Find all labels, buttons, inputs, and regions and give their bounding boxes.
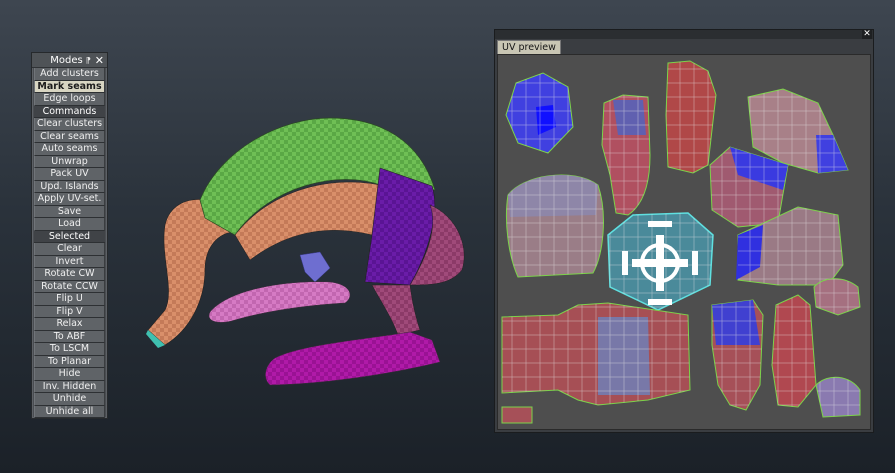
section-header-commands: Commands bbox=[34, 105, 105, 118]
uv-window-titlebar[interactable] bbox=[495, 30, 873, 39]
mesh-cluster-foot[interactable] bbox=[265, 331, 441, 386]
uv-island[interactable] bbox=[501, 406, 533, 424]
3d-viewport[interactable] bbox=[120, 100, 480, 400]
inv-hidden-button[interactable]: Inv. Hidden bbox=[34, 380, 105, 393]
uv-island[interactable] bbox=[815, 376, 861, 418]
modes-panel-header[interactable]: Modes ⁋ ✕ bbox=[32, 53, 107, 68]
upd-islands-button[interactable]: Upd. Islands bbox=[34, 180, 105, 193]
unwrap-button[interactable]: Unwrap bbox=[34, 155, 105, 168]
mesh-cluster-pad-pink[interactable] bbox=[208, 281, 351, 323]
tab-uv-preview[interactable]: UV preview bbox=[497, 40, 561, 54]
uv-island[interactable] bbox=[501, 302, 691, 406]
edge-loops-button[interactable]: Edge loops bbox=[34, 93, 105, 106]
load-button[interactable]: Load bbox=[34, 218, 105, 231]
section-header-selected: Selected bbox=[34, 230, 105, 243]
app-root: { "modes_panel": { "title": "Modes", "pi… bbox=[0, 0, 895, 473]
uv-island[interactable] bbox=[505, 72, 574, 154]
to-lscm-button[interactable]: To LSCM bbox=[34, 343, 105, 356]
to-planar-button[interactable]: To Planar bbox=[34, 355, 105, 368]
apply-uv-set-button[interactable]: Apply UV-set. bbox=[34, 193, 105, 206]
modes-list: Add clusters Mark seams Edge loops Commands… bbox=[32, 68, 107, 418]
to-abf-button[interactable]: To ABF bbox=[34, 330, 105, 343]
uv-island[interactable] bbox=[711, 299, 764, 411]
uv-island[interactable] bbox=[506, 174, 604, 278]
clear-clusters-button[interactable]: Clear clusters bbox=[34, 118, 105, 131]
save-button[interactable]: Save bbox=[34, 205, 105, 218]
clear-seams-button[interactable]: Clear seams bbox=[34, 130, 105, 143]
close-icon[interactable]: ✕ bbox=[95, 55, 104, 66]
rotate-ccw-button[interactable]: Rotate CCW bbox=[34, 280, 105, 293]
uv-island[interactable] bbox=[771, 294, 817, 408]
close-icon[interactable]: ✕ bbox=[862, 30, 872, 39]
add-clusters-button[interactable]: Add clusters bbox=[34, 68, 105, 81]
pin-icon[interactable]: ⁋ bbox=[86, 56, 91, 65]
invert-button[interactable]: Invert bbox=[34, 255, 105, 268]
relax-button[interactable]: Relax bbox=[34, 318, 105, 331]
uv-preview-window: ✕ UV preview bbox=[494, 29, 874, 433]
unhide-button[interactable]: Unhide bbox=[34, 393, 105, 406]
flip-u-button[interactable]: Flip U bbox=[34, 293, 105, 306]
flip-v-button[interactable]: Flip V bbox=[34, 305, 105, 318]
hide-button[interactable]: Hide bbox=[34, 368, 105, 381]
modes-panel: Modes ⁋ ✕ Add clusters Mark seams Edge loo… bbox=[31, 52, 108, 419]
unhide-all-button[interactable]: Unhide all bbox=[34, 405, 105, 418]
mark-seams-button[interactable]: Mark seams bbox=[34, 80, 105, 93]
rotate-cw-button[interactable]: Rotate CW bbox=[34, 268, 105, 281]
uv-preview-canvas[interactable] bbox=[497, 54, 871, 430]
uv-island[interactable] bbox=[665, 60, 717, 174]
uv-island[interactable] bbox=[813, 278, 861, 316]
uv-islands bbox=[501, 60, 861, 424]
uv-island-selected[interactable] bbox=[607, 212, 714, 311]
auto-seams-button[interactable]: Auto seams bbox=[34, 143, 105, 156]
clear-button[interactable]: Clear bbox=[34, 243, 105, 256]
uv-island[interactable] bbox=[601, 94, 651, 216]
pack-uv-button[interactable]: Pack UV bbox=[34, 168, 105, 181]
modes-panel-title: Modes bbox=[50, 54, 83, 66]
